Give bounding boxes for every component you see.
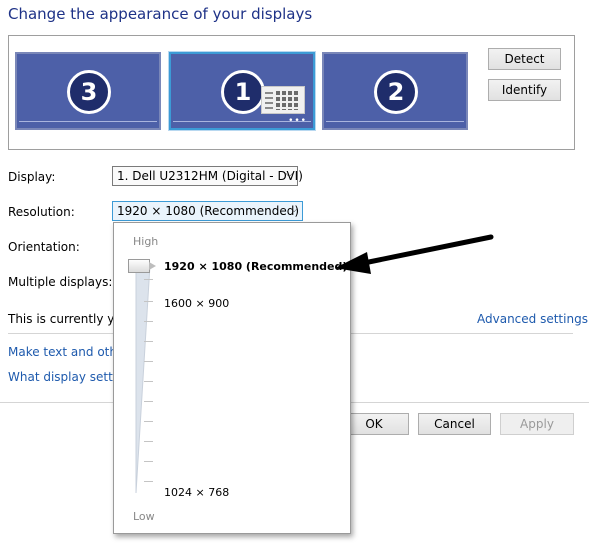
identify-button[interactable]: Identify xyxy=(488,79,561,101)
cancel-button[interactable]: Cancel xyxy=(418,413,491,435)
slider-tick xyxy=(144,461,153,462)
slider-tick xyxy=(144,381,153,382)
slider-tick xyxy=(144,321,153,322)
resolution-popup: High 1920 × 1080 (Recommended) 1600 × 90… xyxy=(113,222,351,534)
orientation-label: Orientation: xyxy=(8,240,80,254)
high-label: High xyxy=(133,235,159,248)
monitor-number-badge: 3 xyxy=(67,70,111,114)
display-dropdown[interactable]: 1. Dell U2312HM (Digital - DVI) ⌵ xyxy=(112,166,303,186)
resolution-dropdown-value: 1920 × 1080 (Recommended) xyxy=(117,204,300,218)
slider-tick xyxy=(144,361,153,362)
monitor-baseline xyxy=(326,121,464,122)
monitor-2[interactable]: 2 xyxy=(322,52,468,130)
page-title: Change the appearance of your displays xyxy=(8,5,313,23)
slider-tick xyxy=(144,301,153,302)
low-label: Low xyxy=(133,510,155,523)
monitor-number-badge: 1 xyxy=(221,70,265,114)
advanced-settings-link[interactable]: Advanced settings xyxy=(477,312,588,326)
slider-tick xyxy=(144,341,153,342)
status-text: This is currently you xyxy=(8,312,130,326)
monitor-baseline xyxy=(19,121,157,122)
monitor-number-badge: 2 xyxy=(374,70,418,114)
monitor-baseline xyxy=(173,121,311,122)
start-screen-icon xyxy=(261,86,305,114)
chevron-down-icon: ⌵ xyxy=(290,204,298,215)
monitor-3[interactable]: 3 xyxy=(15,52,161,130)
display-label: Display: xyxy=(8,170,56,184)
monitor-1[interactable]: 1 ••• xyxy=(169,52,315,130)
display-dropdown-value: 1. Dell U2312HM (Digital - DVI) xyxy=(117,169,303,183)
resolution-dropdown[interactable]: 1920 × 1080 (Recommended) ⌵ xyxy=(112,201,303,221)
resolution-slider-track[interactable] xyxy=(133,265,155,493)
slider-tick xyxy=(144,441,153,442)
chevron-down-icon: ⌵ xyxy=(285,169,293,180)
make-text-link[interactable]: Make text and other xyxy=(8,345,129,359)
resolution-option-1600x900[interactable]: 1600 × 900 xyxy=(164,297,229,310)
annotation-arrow-icon xyxy=(335,234,494,274)
multiple-displays-label: Multiple displays: xyxy=(8,275,113,289)
resolution-option-1024x768[interactable]: 1024 × 768 xyxy=(164,486,229,499)
apply-button: Apply xyxy=(500,413,574,435)
slider-tick xyxy=(144,279,153,280)
slider-tick xyxy=(144,481,153,482)
slider-tick xyxy=(144,421,153,422)
resolution-slider-thumb[interactable] xyxy=(128,259,156,273)
detect-button[interactable]: Detect xyxy=(488,48,561,70)
slider-tick xyxy=(144,401,153,402)
resolution-label: Resolution: xyxy=(8,205,75,219)
resolution-option-1920x1080[interactable]: 1920 × 1080 (Recommended) xyxy=(164,260,347,273)
